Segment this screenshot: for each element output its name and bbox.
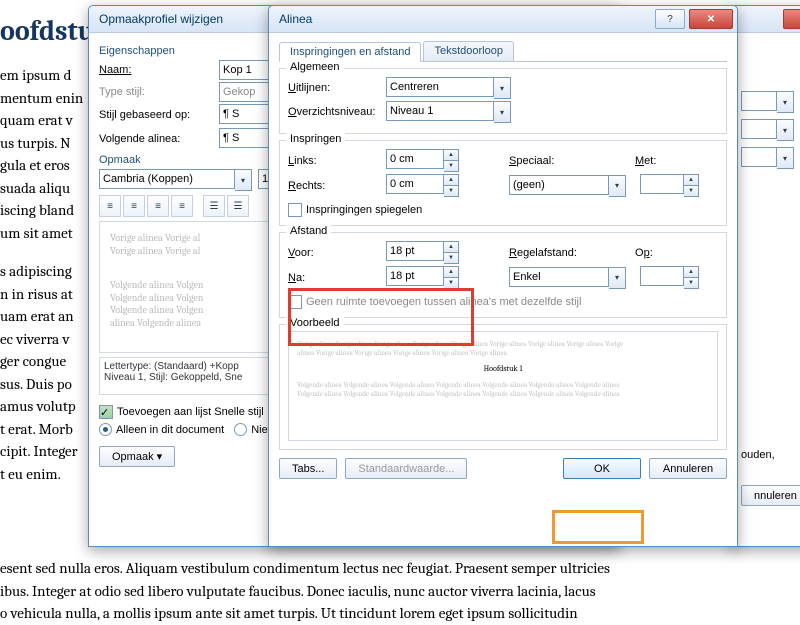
chevron-down-icon[interactable]: ▾ xyxy=(777,91,794,113)
special-label: Speciaal: xyxy=(509,155,595,167)
mirror-indents-label: Inspringingen spiegelen xyxy=(306,204,422,216)
spin-up-icon[interactable]: ▲ xyxy=(444,174,459,186)
help-icon[interactable]: ? xyxy=(655,9,685,29)
spin-up-icon[interactable]: ▲ xyxy=(444,241,459,253)
chevron-down-icon[interactable]: ▾ xyxy=(494,77,511,99)
doc-paragraph: esent sed nulla eros. Aliquam vestibulum… xyxy=(0,557,800,625)
close-icon[interactable]: x xyxy=(783,9,800,29)
style-dialog-title: Opmaakprofiel wijzigen xyxy=(99,12,223,26)
based-on-label: Stijl gebaseerd op: xyxy=(99,109,219,121)
mirror-indents-checkbox[interactable]: Inspringingen spiegelen xyxy=(288,203,718,217)
outline-level-combo[interactable]: ▾ xyxy=(386,101,511,123)
chevron-down-icon[interactable]: ▾ xyxy=(777,119,794,141)
default-button: Standaardwaarde... xyxy=(345,458,467,479)
tabs-button[interactable]: Tabs... xyxy=(279,458,337,479)
checkbox-icon: ✓ xyxy=(99,405,113,419)
align-right-icon[interactable]: ≡ xyxy=(147,195,169,217)
spin-up-icon[interactable]: ▲ xyxy=(684,266,699,278)
spin-down-icon[interactable]: ▼ xyxy=(444,253,459,264)
indent-group: Inspringen Links: ▲▼ Speciaal: Met: Rech… xyxy=(279,140,727,226)
spacing-label: Afstand xyxy=(286,225,331,237)
line-spacing-combo[interactable]: ▾ xyxy=(509,267,626,289)
paragraph-dialog: Alinea ? ✕ Inspringingen en afstand Teks… xyxy=(268,5,738,547)
spin-down-icon[interactable]: ▼ xyxy=(444,161,459,172)
after-label: Na: xyxy=(288,272,386,284)
add-to-quicklist-label: Toevoegen aan lijst Snelle stijl xyxy=(117,406,264,418)
left-indent-label: Links: xyxy=(288,155,386,167)
align-left-icon[interactable]: ≡ xyxy=(99,195,121,217)
by-label: Met: xyxy=(635,155,656,167)
preview-next: Volgende alinea Volgende alinea Volgende… xyxy=(297,381,709,399)
by-spinner[interactable]: ▲▼ xyxy=(640,174,699,197)
background-dialog: x ▾ ▾ ▾ ouden, nnuleren xyxy=(730,5,800,547)
align-label: Uitlijnen: xyxy=(288,82,330,94)
no-space-same-style-label: Geen ruimte toevoegen tussen alinea's me… xyxy=(306,296,581,308)
tab-indent-spacing[interactable]: Inspringingen en afstand xyxy=(279,42,421,62)
preview-sample: Hoofdstuk 1 xyxy=(297,364,709,374)
name-label: Naam: xyxy=(99,64,131,76)
general-group: Algemeen Uitlijnen: ▾ Overzichtsniveau: … xyxy=(279,68,727,134)
bg-combo[interactable]: ▾ xyxy=(741,147,800,169)
spin-down-icon[interactable]: ▼ xyxy=(684,186,699,197)
cancel-button[interactable]: Annuleren xyxy=(649,458,727,479)
left-indent-spinner[interactable]: ▲▼ xyxy=(386,149,459,172)
preview-label: Voorbeeld xyxy=(286,317,344,329)
preview-group: Voorbeeld Vorige alinea Vorige alinea Vo… xyxy=(279,324,727,450)
outline-label: Overzichtsniveau: xyxy=(288,106,386,118)
tab-textflow[interactable]: Tekstdoorloop xyxy=(423,41,514,61)
align-justify-icon[interactable]: ≡ xyxy=(171,195,193,217)
spin-down-icon[interactable]: ▼ xyxy=(444,186,459,197)
preview-prev: Vorige alinea Vorige alinea Vorige aline… xyxy=(297,340,709,358)
linespacing-label: Regelafstand: xyxy=(509,247,595,259)
at-label: Op: xyxy=(635,247,653,259)
spin-down-icon[interactable]: ▼ xyxy=(684,278,699,289)
at-spinner[interactable]: ▲▼ xyxy=(640,266,699,289)
only-this-doc-radio[interactable]: Alleen in dit document xyxy=(99,423,224,436)
close-icon[interactable]: ✕ xyxy=(689,9,733,29)
checkbox-icon xyxy=(288,295,302,309)
next-para-label: Volgende alinea: xyxy=(99,133,219,145)
bg-combo[interactable]: ▾ xyxy=(741,91,800,113)
format-dropdown-button[interactable]: Opmaak ▾ xyxy=(99,446,175,467)
special-indent-combo[interactable]: ▾ xyxy=(509,175,626,197)
paragraph-tabs: Inspringingen en afstand Tekstdoorloop xyxy=(279,41,727,62)
right-indent-spinner[interactable]: ▲▼ xyxy=(386,174,459,197)
paragraph-dialog-title: Alinea xyxy=(279,12,312,26)
no-space-same-style-checkbox: Geen ruimte toevoegen tussen alinea's me… xyxy=(288,295,718,309)
general-label: Algemeen xyxy=(286,61,344,73)
align-center-icon[interactable]: ≡ xyxy=(123,195,145,217)
font-combo[interactable]: ▾ xyxy=(99,169,252,191)
right-indent-label: Rechts: xyxy=(288,180,386,192)
bg-cancel-button[interactable]: nnuleren xyxy=(741,485,800,506)
chevron-down-icon[interactable]: ▾ xyxy=(609,267,626,289)
chevron-down-icon[interactable]: ▾ xyxy=(609,175,626,197)
checkbox-icon xyxy=(288,203,302,217)
paragraph-preview: Vorige alinea Vorige alinea Vorige aline… xyxy=(288,331,718,441)
indent-label: Inspringen xyxy=(286,133,345,145)
paragraph-dialog-titlebar[interactable]: Alinea ? ✕ xyxy=(269,6,737,33)
type-label: Type stijl: xyxy=(99,86,219,98)
spacing-group: Afstand Voor: ▲▼ Regelafstand: Op: Na: ▲… xyxy=(279,232,727,318)
background-dialog-titlebar: x xyxy=(731,6,800,33)
line-spacing-icon[interactable]: ☰ xyxy=(227,195,249,217)
spin-down-icon[interactable]: ▼ xyxy=(444,278,459,289)
before-label: Voor: xyxy=(288,247,386,259)
spin-up-icon[interactable]: ▲ xyxy=(444,266,459,278)
bg-text: ouden, xyxy=(741,449,800,461)
new-template-radio[interactable]: Nie xyxy=(234,423,268,436)
ok-button[interactable]: OK xyxy=(563,458,641,479)
space-before-spinner[interactable]: ▲▼ xyxy=(386,241,459,264)
alignment-combo[interactable]: ▾ xyxy=(386,77,511,99)
bg-combo[interactable]: ▾ xyxy=(741,119,800,141)
chevron-down-icon[interactable]: ▾ xyxy=(777,147,794,169)
line-spacing-icon[interactable]: ☰ xyxy=(203,195,225,217)
chevron-down-icon[interactable]: ▾ xyxy=(235,169,252,191)
space-after-spinner[interactable]: ▲▼ xyxy=(386,266,459,289)
chevron-down-icon[interactable]: ▾ xyxy=(494,101,511,123)
spin-up-icon[interactable]: ▲ xyxy=(684,174,699,186)
spin-up-icon[interactable]: ▲ xyxy=(444,149,459,161)
